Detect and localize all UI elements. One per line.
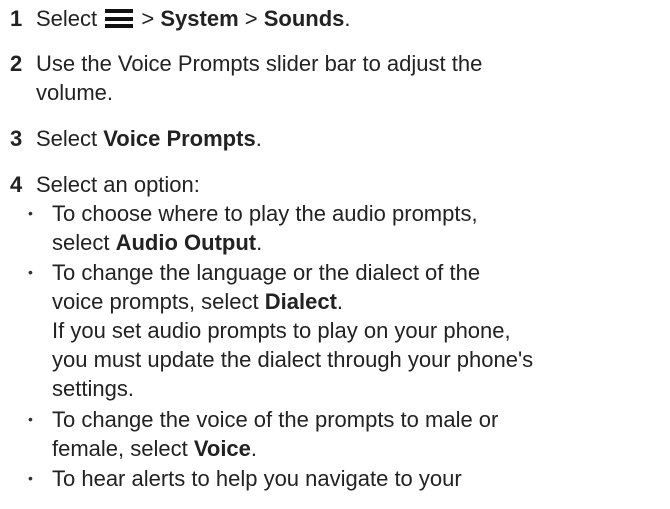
step-text: Select (36, 126, 104, 151)
punctuation: . (344, 6, 351, 31)
punctuation: . (336, 289, 344, 314)
separator: > (238, 6, 264, 31)
menu-path-system: System (160, 6, 239, 31)
step-text: Select an option: (36, 172, 200, 197)
punctuation: . (250, 436, 258, 461)
step-number: 1 (10, 6, 23, 31)
punctuation: . (255, 126, 262, 151)
step-text-line: volume. (36, 80, 114, 105)
bullet-text: voice prompts, select (52, 289, 265, 314)
menu-path-sounds: Sounds (263, 6, 345, 31)
instructions-document: 1 Select > System > Sounds. 2 Use the Vo… (0, 0, 670, 509)
step-text: Select (36, 6, 98, 31)
bullet-icon: • (28, 264, 33, 280)
note-text-line: you must update the dialect through your… (52, 347, 534, 372)
voice-prompts-label: Voice Prompts (103, 126, 256, 151)
bullet-text: select (52, 230, 116, 255)
separator: > (135, 6, 161, 31)
bullet-icon: • (28, 470, 33, 486)
audio-output-label: Audio Output (115, 230, 257, 255)
menu-icon (105, 9, 134, 28)
step-text-line: Use the Voice Prompts slider bar to adju… (36, 51, 483, 76)
punctuation: . (256, 230, 263, 255)
bullet-icon: • (28, 205, 33, 221)
bullet-icon: • (28, 411, 33, 427)
note-text-line: If you set audio prompts to play on your… (52, 318, 511, 343)
voice-label: Voice (193, 436, 251, 461)
step-number: 4 (10, 172, 23, 197)
bullet-text-line: To hear alerts to help you navigate to y… (52, 466, 462, 491)
bullet-text-line: To choose where to play the audio prompt… (52, 201, 478, 226)
note-text-line: settings. (52, 376, 134, 401)
bullet-text-line: To change the voice of the prompts to ma… (52, 407, 499, 432)
step-number: 2 (10, 51, 23, 76)
bullet-text-line: To change the language or the dialect of… (52, 260, 481, 285)
step-number: 3 (10, 126, 23, 151)
dialect-label: Dialect (264, 289, 337, 314)
bullet-text: female, select (52, 436, 194, 461)
